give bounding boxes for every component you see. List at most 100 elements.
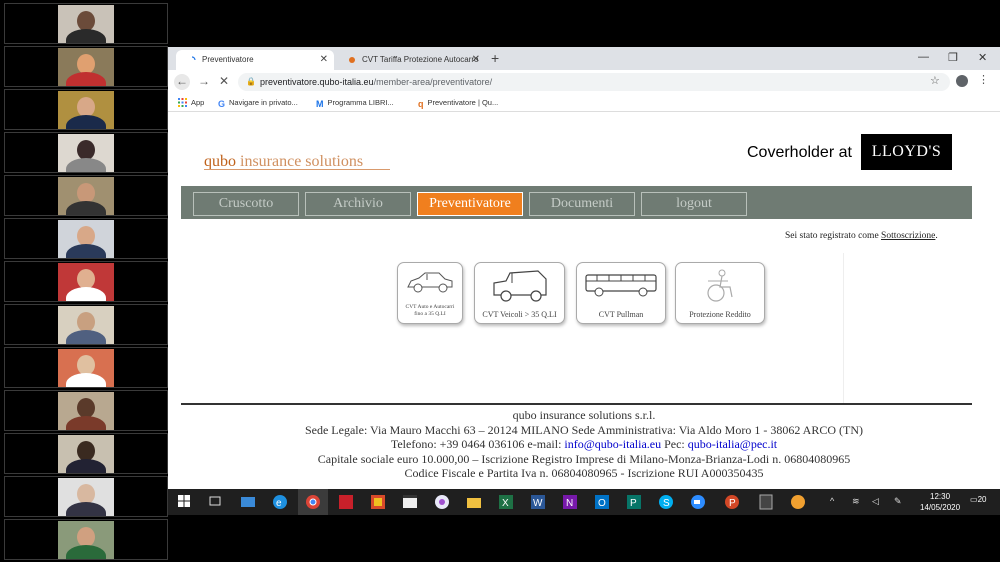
forward-button[interactable]: → (196, 74, 212, 88)
tab-preventivatore[interactable]: Preventivatore ✕ (176, 50, 334, 70)
footer-phone: Telefono: +39 0464 036106 e-mail: (390, 437, 565, 451)
svg-text:P: P (729, 498, 736, 509)
participant-tile[interactable] (4, 433, 168, 474)
participant-tile[interactable] (4, 3, 168, 44)
volume-icon[interactable]: ◁ (872, 496, 879, 507)
powerpoint-icon[interactable]: P (724, 494, 740, 510)
participant-tile[interactable] (4, 304, 168, 345)
nav-logout[interactable]: logout (641, 192, 747, 216)
svg-text:P: P (630, 498, 637, 509)
wheelchair-icon (700, 269, 740, 308)
tab-label: CVT Tariffa Protezione Autocarro (362, 55, 479, 64)
stop-loading-button[interactable]: ✕ (216, 74, 232, 88)
participant-tile[interactable] (4, 390, 168, 431)
tab-cvt-tariffa[interactable]: CVT Tariffa Protezione Autocarro ✕ (336, 50, 486, 70)
registration-info: Sei stato registrato come Sottoscrizione… (785, 231, 938, 241)
excel-icon[interactable]: X (498, 494, 514, 510)
bookmark-preventivatore[interactable]: q Preventivatore | Qu... (418, 98, 498, 109)
pdf-icon[interactable] (338, 494, 354, 510)
participant-tile[interactable] (4, 46, 168, 87)
music-icon[interactable] (434, 494, 450, 510)
sottoscrizione-link[interactable]: Sottoscrizione (881, 231, 935, 241)
product-label-sub: fino a 35 Q.LI (414, 311, 446, 317)
bookmarks-bar: App G Navigare in privato... M Programma L… (168, 94, 1000, 112)
folder-icon[interactable] (466, 494, 482, 510)
address-bar[interactable]: 🔒 preventivatore.qubo-italia.eu/member-a… (238, 73, 950, 91)
product-cvt-pullman[interactable]: CVT Pullman (576, 262, 666, 324)
product-cvt-veicoli[interactable]: CVT Veicoli > 35 Q.LI (474, 262, 565, 324)
participant-tile[interactable] (4, 476, 168, 517)
logo-brand: qubo (204, 153, 236, 170)
nav-archivio[interactable]: Archivio (305, 192, 411, 216)
profile-avatar-icon[interactable] (956, 75, 968, 87)
system-clock[interactable]: 12:30 14/05/2020 (920, 491, 960, 513)
bookmark-apps[interactable]: App (178, 98, 204, 107)
app-grid-icon[interactable] (370, 494, 386, 510)
footer-rule (181, 403, 972, 405)
bus-icon (583, 269, 659, 304)
participant-tile[interactable] (4, 218, 168, 259)
pec-label: Pec: (661, 437, 688, 451)
close-tab-icon[interactable]: ✕ (472, 54, 480, 65)
pen-icon[interactable]: ✎ (894, 496, 902, 507)
product-cvt-auto[interactable]: CVT Auto e Autocarri fino a 35 Q.LI (397, 262, 463, 324)
participant-tile[interactable] (4, 175, 168, 216)
minimize-button[interactable]: — (918, 51, 929, 63)
word-icon[interactable]: W (530, 494, 546, 510)
zoom-icon[interactable] (690, 494, 706, 510)
divider (843, 253, 844, 403)
bookmark-label: App (191, 98, 205, 107)
close-tab-icon[interactable]: ✕ (320, 54, 328, 65)
edge-icon[interactable]: e (272, 494, 288, 510)
windows-start-icon[interactable] (177, 494, 193, 510)
footer-capital: Capitale sociale euro 10.000,00 – Iscriz… (317, 451, 851, 466)
outlook-icon[interactable]: O (594, 494, 610, 510)
product-protezione-reddito[interactable]: Protezione Reddito (675, 262, 765, 324)
browser-toolbar: ← → ✕ 🔒 preventivatore.qubo-italia.eu/me… (168, 70, 1000, 94)
participant-tile[interactable] (4, 132, 168, 173)
clapper-icon[interactable] (402, 494, 418, 510)
url-path: /member-area/preventivatore/ (373, 77, 493, 87)
restore-button[interactable]: ❐ (948, 51, 958, 64)
notification-center-icon[interactable]: ▭20 (970, 495, 986, 504)
file-explorer-blue-icon[interactable] (240, 494, 256, 510)
app-orange-icon[interactable] (790, 494, 806, 510)
loading-icon (188, 56, 196, 64)
new-tab-button[interactable]: + (491, 50, 499, 66)
task-view-icon[interactable] (208, 494, 224, 510)
nav-preventivatore[interactable]: Preventivatore (417, 192, 523, 216)
pec-link[interactable]: qubo-italia@pec.it (688, 437, 777, 451)
nav-documenti[interactable]: Documenti (529, 192, 635, 216)
svg-text:N: N (566, 498, 573, 509)
main-nav: Cruscotto Archivio Preventivatore Docume… (181, 186, 972, 219)
participant-tile[interactable] (4, 347, 168, 388)
page-content: qubo insurance solutions Coverholder at … (168, 113, 1000, 489)
bookmark-star-icon[interactable]: ☆ (930, 74, 940, 87)
footer: qubo insurance solutions s.r.l. Sede Leg… (168, 408, 1000, 481)
bookmark-navigare[interactable]: G Navigare in privato... (218, 98, 298, 109)
kebab-menu-icon[interactable]: ⋮ (978, 73, 989, 86)
chrome-taskbar-icon[interactable] (298, 489, 328, 515)
participant-tile[interactable] (4, 261, 168, 302)
skype-icon[interactable]: S (658, 494, 674, 510)
footer-addresses: Sede Legale: Via Mauro Macchi 63 – 20124… (304, 422, 864, 437)
calculator-icon[interactable] (758, 494, 774, 510)
svg-text:S: S (663, 498, 670, 509)
clock-time: 12:30 (930, 492, 951, 501)
wifi-icon[interactable]: ≋ (852, 496, 860, 507)
windows-taskbar: e X W N O P S P ^ ≋ ◁ ✎ 12:30 14/05/2020 … (168, 489, 1000, 515)
chevron-up-icon[interactable]: ^ (830, 496, 834, 506)
email-link[interactable]: info@qubo-italia.eu (564, 437, 661, 451)
participant-tile[interactable] (4, 519, 168, 560)
bookmark-programma-libri[interactable]: M Programma LIBRI... (316, 98, 394, 109)
nav-cruscotto[interactable]: Cruscotto (193, 192, 299, 216)
onenote-icon[interactable]: N (562, 494, 578, 510)
back-button[interactable]: ← (174, 74, 190, 90)
close-window-button[interactable]: ✕ (978, 51, 987, 64)
product-label: CVT Auto e Autocarri (405, 304, 455, 310)
logo-text: insurance solutions (236, 153, 364, 170)
tab-strip: Preventivatore ✕ CVT Tariffa Protezione … (168, 47, 1000, 70)
car-icon (405, 269, 455, 300)
publisher-icon[interactable]: P (626, 494, 642, 510)
participant-tile[interactable] (4, 89, 168, 130)
